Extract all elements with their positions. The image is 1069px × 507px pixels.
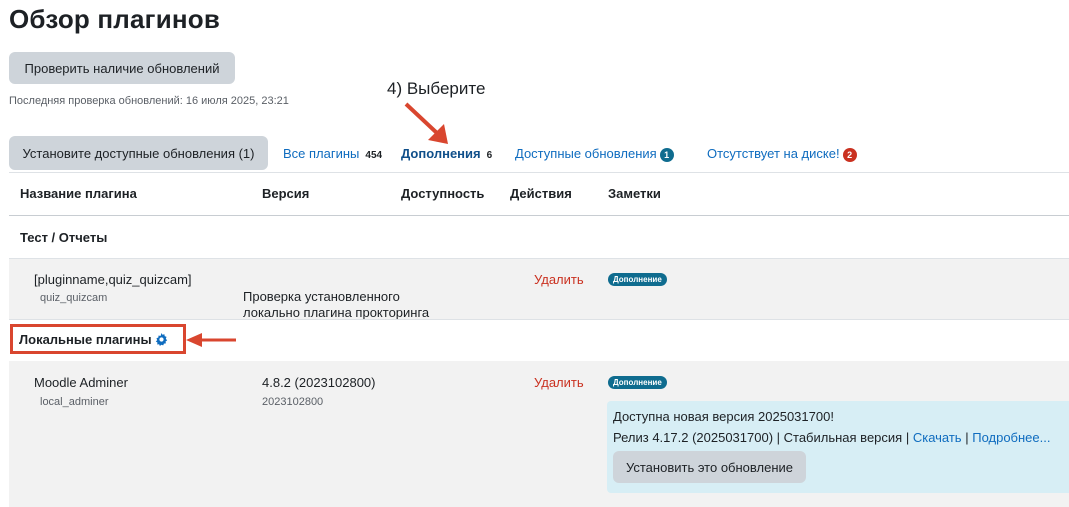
check-updates-button[interactable]: Проверить наличие обновлений [9, 52, 235, 84]
download-link[interactable]: Скачать [913, 430, 962, 445]
plugin-build: 2023102800 [262, 396, 324, 408]
plugin-id: quiz_quizcam [40, 292, 108, 304]
plugin-name: [pluginname,quiz_quizcam] [34, 272, 192, 287]
annotation-arrow-left-icon [186, 333, 236, 347]
more-info-link[interactable]: Подробнее... [972, 430, 1050, 445]
tab-missing-from-disk[interactable]: Отсутствует на диске! 2 [707, 146, 857, 162]
tab-all-plugins[interactable]: Все плагины 454 [283, 146, 382, 161]
annotation-step-label: 4) Выберите [387, 79, 486, 98]
install-available-updates-button[interactable]: Установите доступные обновления (1) [9, 136, 268, 170]
tab-count-badge: 2 [842, 147, 857, 162]
update-release-line: Релиз 4.17.2 (2025031700) | Стабильная в… [613, 430, 1050, 445]
tab-additional[interactable]: Дополнения 6 [401, 146, 492, 161]
table-top-border [9, 172, 1069, 173]
uninstall-link[interactable]: Удалить [534, 375, 584, 390]
tab-count-badge: 1 [659, 147, 674, 162]
column-header-version: Версия [262, 186, 310, 201]
page-title: Обзор плагинов [9, 4, 221, 34]
tab-available-updates[interactable]: Доступные обновления 1 [515, 146, 674, 162]
group-heading-quiz-reports: Тест / Отчеты [20, 230, 108, 245]
tab-count: 454 [365, 150, 383, 161]
update-title: Доступна новая версия 2025031700! [613, 409, 834, 424]
tab-label: Доступные обновления [515, 146, 657, 161]
row-divider [9, 319, 1069, 320]
plugin-id: local_adminer [40, 396, 109, 408]
plugin-version: 4.8.2 (2023102800) [262, 375, 376, 390]
annotation-arrow-down-icon [404, 102, 448, 144]
column-header-actions: Действия [510, 186, 572, 201]
column-header-availability: Доступность [401, 186, 485, 201]
group-heading-label: Локальные плагины [19, 332, 152, 347]
plugin-name: Moodle Adminer [34, 375, 128, 390]
tab-count: 6 [486, 150, 493, 161]
release-text: Релиз 4.17.2 (2025031700) | Стабильная в… [613, 430, 910, 445]
tab-label: Отсутствует на диске! [707, 146, 840, 161]
group-heading-local-plugins: Локальные плагины [19, 332, 168, 347]
separator: | [965, 430, 969, 445]
last-check-text: Последняя проверка обновлений: 16 июля 2… [9, 95, 289, 107]
tab-label: Дополнения [401, 146, 481, 161]
tab-label: Все плагины [283, 146, 360, 161]
additional-badge: Дополнение [608, 376, 667, 389]
uninstall-link[interactable]: Удалить [534, 272, 584, 287]
additional-badge: Дополнение [608, 273, 667, 286]
install-update-button[interactable]: Установить это обновление [613, 451, 806, 483]
column-header-notes: Заметки [608, 186, 661, 201]
table-header-border [9, 215, 1069, 216]
column-header-name: Название плагина [20, 186, 137, 201]
plugin-row-quizcam [9, 259, 1069, 319]
annotation-note: Проверка установленного локально плагина… [243, 289, 430, 320]
gear-icon[interactable] [155, 333, 168, 346]
